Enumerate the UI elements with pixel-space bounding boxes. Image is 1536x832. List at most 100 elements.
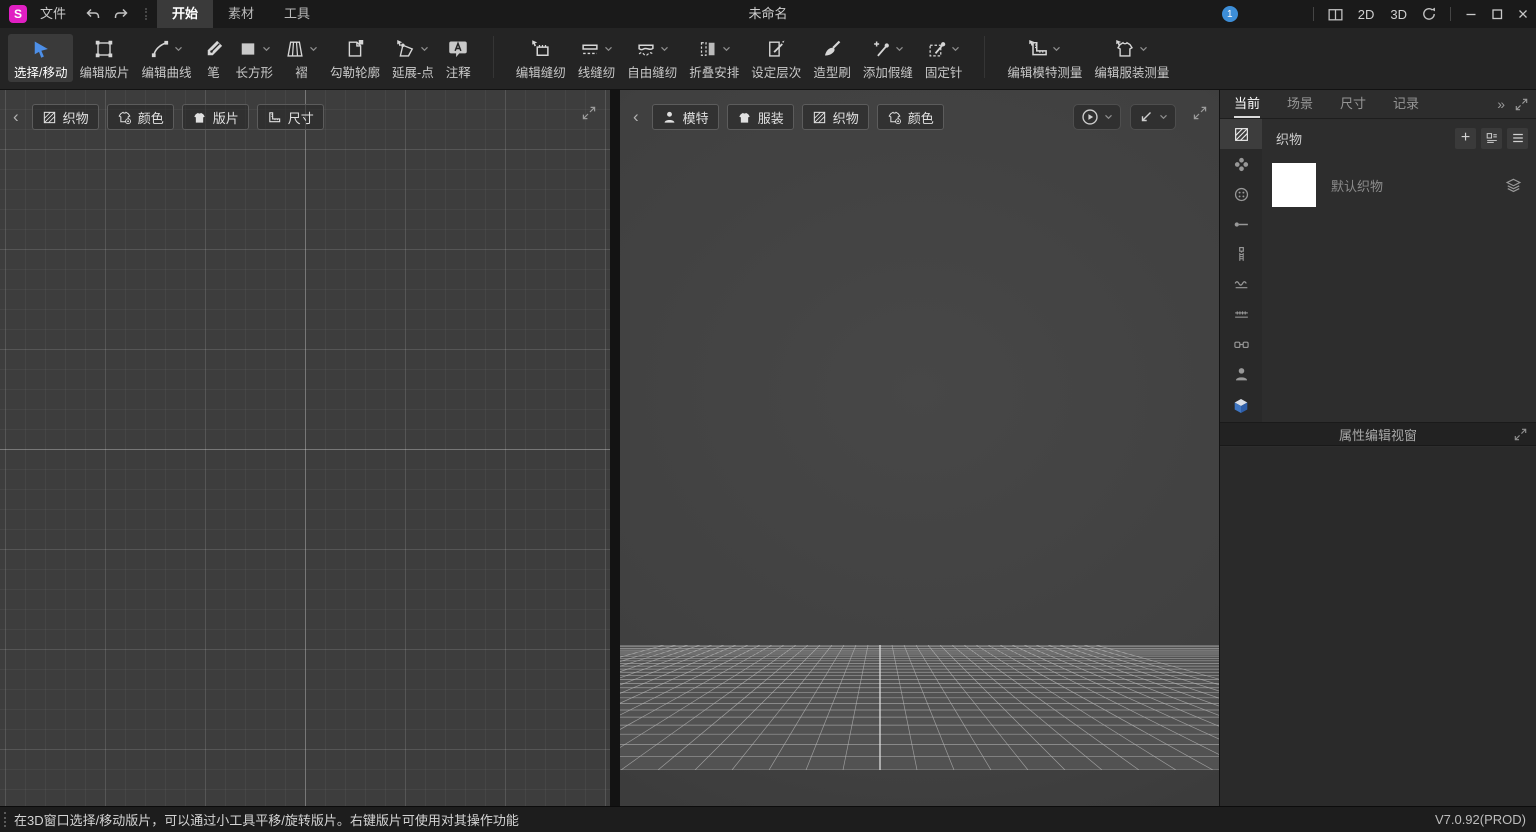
tool-edit-garment-measure[interactable]: 编辑服装测量 xyxy=(1088,34,1175,82)
panel3d-tab-avatar[interactable]: 模特 xyxy=(652,104,719,130)
fabric-list-item[interactable]: 默认织物 xyxy=(1264,159,1534,211)
strip-item-topstitch[interactable] xyxy=(1220,209,1262,239)
toolbar-separator xyxy=(493,36,494,78)
tool-rectangle[interactable]: 长方形 xyxy=(230,34,280,82)
app-logo-icon[interactable]: S xyxy=(9,5,27,23)
chevron-down-icon xyxy=(420,46,429,52)
notification-badge[interactable]: 1 xyxy=(1222,6,1238,22)
tool-add-basting[interactable]: 添加假缝 xyxy=(857,34,919,82)
maximize-button[interactable] xyxy=(1484,0,1510,28)
drop-arrange-button[interactable] xyxy=(1130,104,1176,130)
redo-button[interactable] xyxy=(107,6,135,22)
tool-edit-model-measure[interactable]: 编辑模特测量 xyxy=(1001,34,1088,82)
rectangle-icon xyxy=(238,39,258,59)
panel-divider[interactable] xyxy=(610,90,620,806)
file-menu[interactable]: 文件 xyxy=(27,0,79,28)
tab-history[interactable]: 记录 xyxy=(1393,90,1419,118)
tool-styling-brush[interactable]: 造型刷 xyxy=(807,34,857,82)
panel3d-tab-color[interactable]: 颜色 xyxy=(877,104,944,130)
strip-item-applique[interactable] xyxy=(1220,149,1262,179)
more-tabs-button[interactable]: » xyxy=(1497,90,1505,118)
view-3d-button[interactable]: 3D xyxy=(1382,7,1415,22)
tool-set-layer[interactable]: 设定层次 xyxy=(745,34,807,82)
panel3d-fullscreen-button[interactable] xyxy=(1193,106,1207,120)
minimize-button[interactable] xyxy=(1458,0,1484,28)
shirt-icon xyxy=(192,110,207,125)
card-view-button[interactable] xyxy=(1481,128,1502,149)
title-bar: S 文件 开始 素材 工具 未命名 1 2D 3D xyxy=(0,0,1536,28)
tool-pen[interactable]: 笔 xyxy=(198,34,230,82)
tab-size[interactable]: 尺寸 xyxy=(1340,90,1366,118)
statusbar-drag-handle[interactable] xyxy=(4,812,6,827)
tool-pin[interactable]: 固定针 xyxy=(919,34,969,82)
tool-free-sewing[interactable]: 自由缝纫 xyxy=(621,34,683,82)
ribbon-tab-start[interactable]: 开始 xyxy=(157,0,213,28)
split-view-button[interactable] xyxy=(1321,6,1350,23)
panel2d-tab-fabric[interactable]: 织物 xyxy=(32,104,99,130)
strip-item-zipper[interactable] xyxy=(1220,239,1262,269)
tab-scene[interactable]: 场景 xyxy=(1287,90,1313,118)
garment-3d-viewport[interactable]: ‹ 模特 服装 织物 颜色 xyxy=(620,90,1220,806)
person-icon xyxy=(1233,366,1250,383)
panel3d-tab-garment[interactable]: 服装 xyxy=(727,104,794,130)
layers-icon[interactable] xyxy=(1505,177,1522,194)
list-view-button[interactable] xyxy=(1507,128,1528,149)
tool-edit-curve[interactable]: 编辑曲线 xyxy=(136,34,198,82)
right-panel: 当前 场景 尺寸 记录 » xyxy=(1220,90,1536,806)
tool-edit-sewing[interactable]: 编辑缝纫 xyxy=(510,34,572,82)
expand-icon xyxy=(1514,428,1527,441)
tool-annotation[interactable]: 注释 xyxy=(440,34,477,82)
close-button[interactable] xyxy=(1510,0,1536,28)
tool-extend-point[interactable]: 延展-点 xyxy=(386,34,440,82)
tool-select-move[interactable]: 选择/移动 xyxy=(8,34,73,82)
redo-icon xyxy=(113,6,129,22)
chevron-down-icon xyxy=(895,46,904,52)
strip-item-avatar[interactable] xyxy=(1220,359,1262,389)
panel2d-tab-size[interactable]: 尺寸 xyxy=(257,104,324,130)
titlebar-right-controls: 1 2D 3D xyxy=(1222,0,1536,28)
simulate-button[interactable] xyxy=(1073,104,1121,130)
panel2d-tab-piece[interactable]: 版片 xyxy=(182,104,249,130)
ribbon-tab-tool[interactable]: 工具 xyxy=(269,0,325,28)
fabric-list-panel: 织物 + 默认织物 xyxy=(1262,119,1536,422)
tool-line-sewing[interactable]: 线缝纫 xyxy=(572,34,622,82)
expand-icon xyxy=(1515,98,1528,111)
strip-item-fabric[interactable] xyxy=(1220,119,1262,149)
panel2d-fullscreen-button[interactable] xyxy=(582,106,596,120)
undo-button[interactable] xyxy=(79,6,107,22)
ribbon-tab-material[interactable]: 素材 xyxy=(213,0,269,28)
sync-button[interactable] xyxy=(1415,6,1443,22)
property-editor-expand-button[interactable] xyxy=(1514,428,1527,441)
tool-fold-arrange[interactable]: 折叠安排 xyxy=(683,34,745,82)
edit-pattern-icon xyxy=(94,39,114,59)
tab-current[interactable]: 当前 xyxy=(1234,90,1260,118)
fold-arrange-icon xyxy=(698,39,718,59)
edit-curve-icon xyxy=(150,39,170,59)
chevron-down-icon xyxy=(951,46,960,52)
line-sewing-icon xyxy=(580,39,600,59)
view-2d-button[interactable]: 2D xyxy=(1350,7,1383,22)
add-fabric-button[interactable]: + xyxy=(1455,128,1476,149)
strip-item-button[interactable] xyxy=(1220,179,1262,209)
avatar-person-icon xyxy=(662,110,677,125)
grid-axis-vertical xyxy=(305,90,306,806)
panel2d-collapse-button[interactable]: ‹ xyxy=(8,104,24,130)
tool-trace-outline[interactable]: 勾勒轮廓 xyxy=(324,34,386,82)
panel3d-tab-fabric[interactable]: 织物 xyxy=(802,104,869,130)
tool-pleat[interactable]: 褶 xyxy=(279,34,324,82)
right-panel-expand-button[interactable] xyxy=(1515,98,1528,111)
right-panel-tabs: 当前 场景 尺寸 记录 » xyxy=(1220,90,1536,119)
panel2d-tab-color[interactable]: 颜色 xyxy=(107,104,174,130)
strip-item-glasses[interactable] xyxy=(1220,329,1262,359)
panel3d-collapse-button[interactable]: ‹ xyxy=(628,104,644,130)
clover-icon xyxy=(1233,156,1250,173)
tool-edit-pattern[interactable]: 编辑版片 xyxy=(73,34,135,82)
shirt-icon xyxy=(737,110,752,125)
pattern-2d-viewport[interactable]: ‹ 织物 颜色 版片 尺寸 xyxy=(0,90,610,806)
strip-item-shirring[interactable] xyxy=(1220,299,1262,329)
property-editor-bar[interactable]: 属性编辑视窗 xyxy=(1220,422,1536,446)
strip-item-seam-taping[interactable] xyxy=(1220,269,1262,299)
document-title: 未命名 xyxy=(400,0,1136,28)
fabric-swatch-preview[interactable] xyxy=(1272,163,1316,207)
strip-item-3d-object[interactable] xyxy=(1220,391,1262,421)
